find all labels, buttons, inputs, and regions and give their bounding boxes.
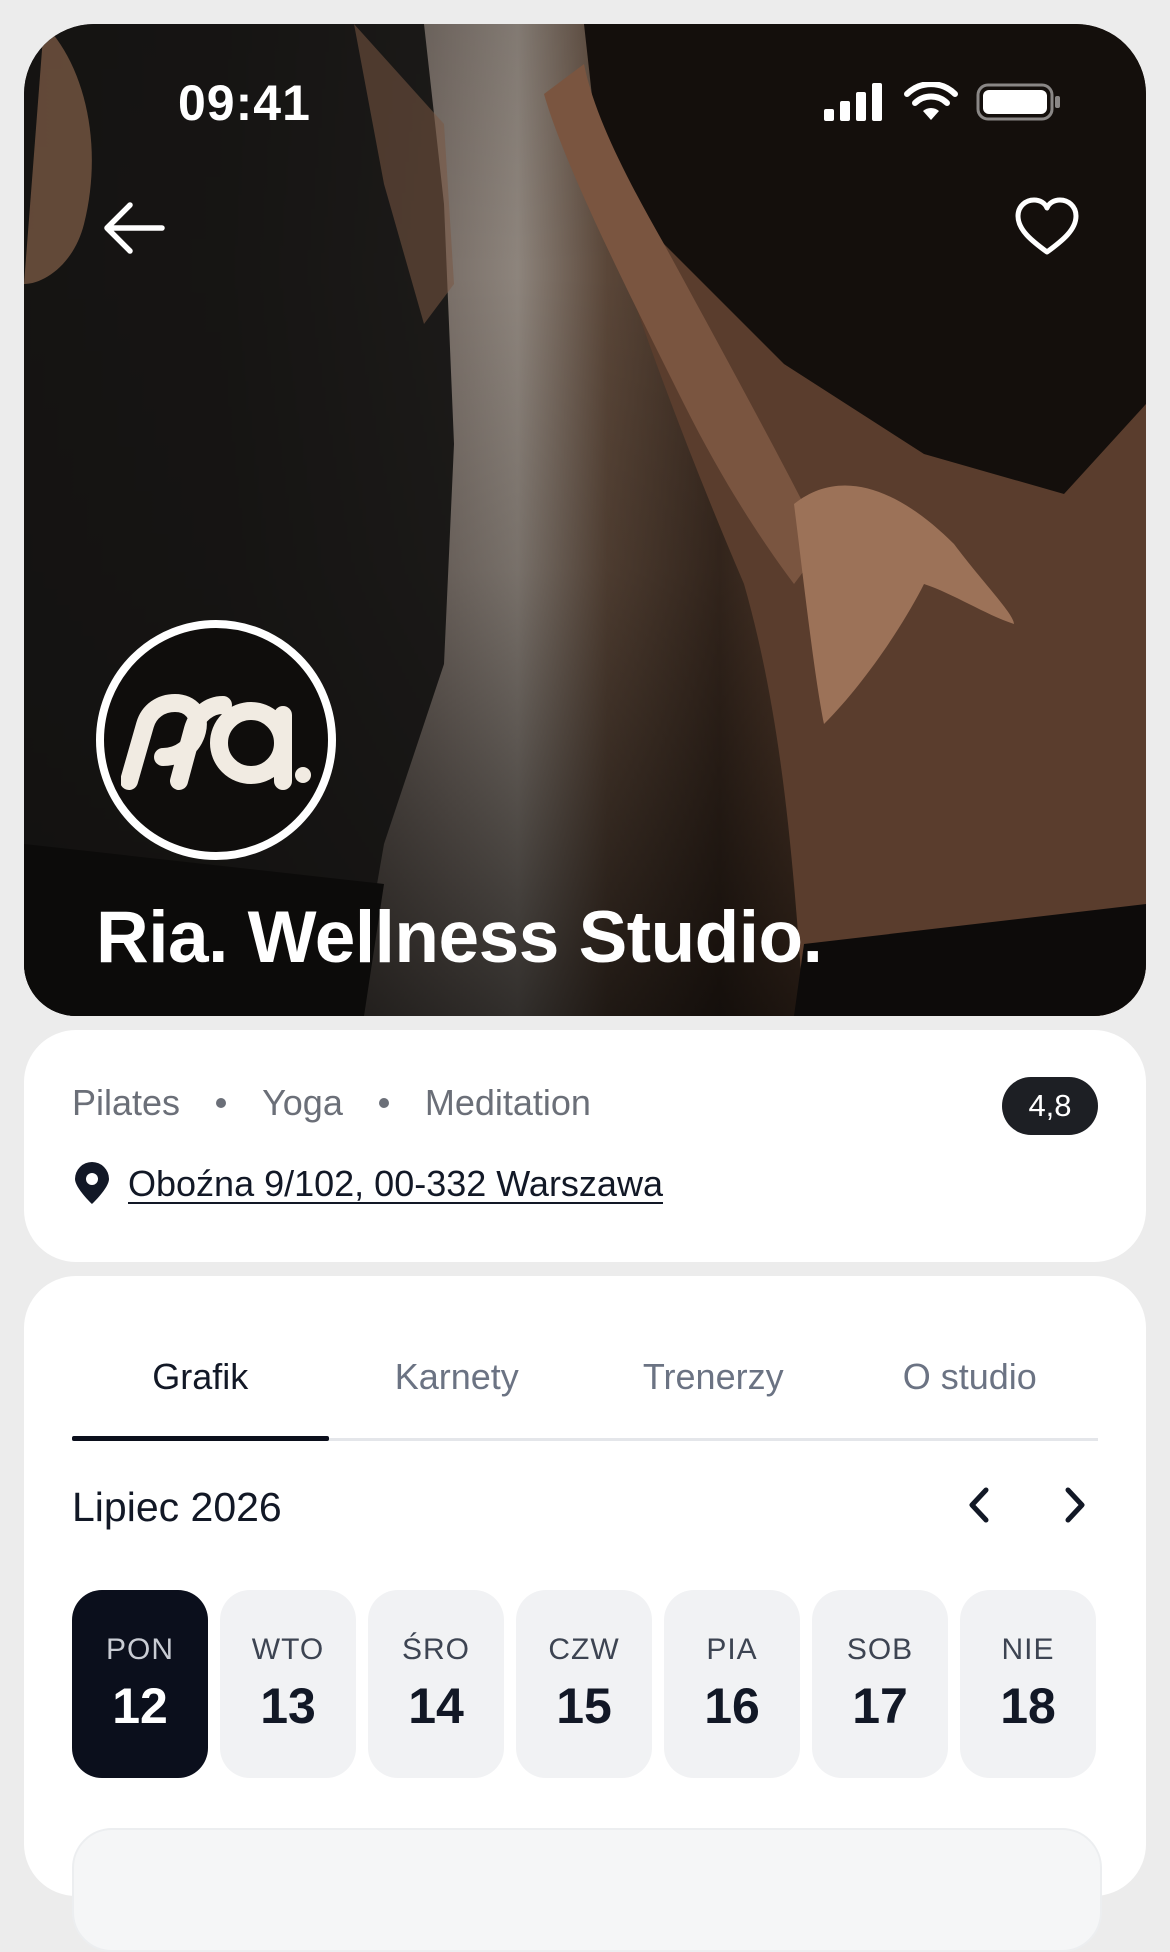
class-list-item[interactable]	[72, 1828, 1102, 1952]
schedule-card: Grafik Karnety Trenerzy O studio Lipiec …	[24, 1276, 1146, 1952]
ria-logo-mark	[121, 693, 311, 790]
back-button[interactable]	[102, 200, 166, 256]
week-day-picker: PON 12 WTO 13 ŚRO 14 CZW 15 PIA 16 SOB 1…	[72, 1590, 1096, 1778]
heart-icon	[1015, 197, 1079, 255]
signal-icon	[824, 83, 882, 121]
day-wto[interactable]: WTO 13	[220, 1590, 356, 1778]
day-sob[interactable]: SOB 17	[812, 1590, 948, 1778]
category-tags: Pilates Yoga Meditation	[72, 1082, 591, 1124]
next-week-button[interactable]	[1054, 1480, 1094, 1530]
address-link[interactable]: Oboźna 9/102, 00-332 Warszawa	[128, 1163, 663, 1205]
tab-karnety[interactable]: Karnety	[329, 1346, 586, 1438]
studio-title: Ria. Wellness Studio.	[96, 897, 823, 978]
status-time: 09:41	[178, 75, 311, 131]
day-name: PIA	[706, 1633, 758, 1666]
chevron-right-icon	[1065, 1487, 1085, 1523]
tag-separator	[216, 1098, 227, 1108]
tab-bar: Grafik Karnety Trenerzy O studio	[72, 1346, 1098, 1441]
day-name: CZW	[548, 1633, 620, 1666]
day-sro[interactable]: ŚRO 14	[368, 1590, 504, 1778]
day-number: 13	[260, 1678, 316, 1734]
phone-frame: 09:41 Ria. Wellness Studio. Pilates Yoga…	[0, 0, 1170, 1952]
day-name: PON	[105, 1633, 174, 1666]
tab-grafik[interactable]: Grafik	[72, 1346, 329, 1441]
day-pia[interactable]: PIA 16	[664, 1590, 800, 1778]
battery-icon	[976, 83, 1060, 121]
day-name: SOB	[846, 1633, 914, 1666]
favorite-button[interactable]	[1014, 196, 1080, 258]
wifi-icon	[904, 82, 958, 120]
day-number: 17	[852, 1678, 908, 1734]
studio-info-card: Pilates Yoga Meditation 4,8 Oboźna 9/102…	[24, 1030, 1146, 1262]
tag-yoga: Yoga	[262, 1082, 343, 1123]
day-number: 16	[704, 1678, 760, 1734]
previous-week-button[interactable]	[960, 1480, 1000, 1530]
day-number: 15	[556, 1678, 612, 1734]
day-czw[interactable]: CZW 15	[516, 1590, 652, 1778]
tag-separator	[378, 1098, 389, 1108]
tag-pilates: Pilates	[72, 1082, 181, 1123]
tab-o-studio[interactable]: O studio	[842, 1346, 1099, 1438]
arrow-left-icon	[104, 202, 165, 254]
chevron-left-icon	[969, 1487, 989, 1523]
address-row: Oboźna 9/102, 00-332 Warszawa	[72, 1162, 663, 1206]
map-pin-icon	[75, 1162, 109, 1204]
hero-photo-shapes	[24, 24, 1146, 1016]
day-nie[interactable]: NIE 18	[960, 1590, 1096, 1778]
day-number: 14	[408, 1678, 464, 1734]
day-name: ŚRO	[401, 1633, 470, 1666]
day-number: 18	[1000, 1678, 1056, 1734]
rating-badge: 4,8	[1002, 1077, 1098, 1135]
day-name: WTO	[251, 1633, 325, 1666]
day-number: 12	[112, 1678, 168, 1734]
tag-meditation: Meditation	[424, 1082, 591, 1123]
status-icons	[824, 82, 1062, 122]
day-name: NIE	[1001, 1633, 1055, 1666]
tab-trenerzy[interactable]: Trenerzy	[585, 1346, 842, 1438]
hero-image: 09:41 Ria. Wellness Studio.	[24, 24, 1146, 1016]
studio-logo	[96, 620, 336, 860]
day-pon[interactable]: PON 12	[72, 1590, 208, 1778]
month-label: Lipiec 2026	[72, 1484, 282, 1530]
